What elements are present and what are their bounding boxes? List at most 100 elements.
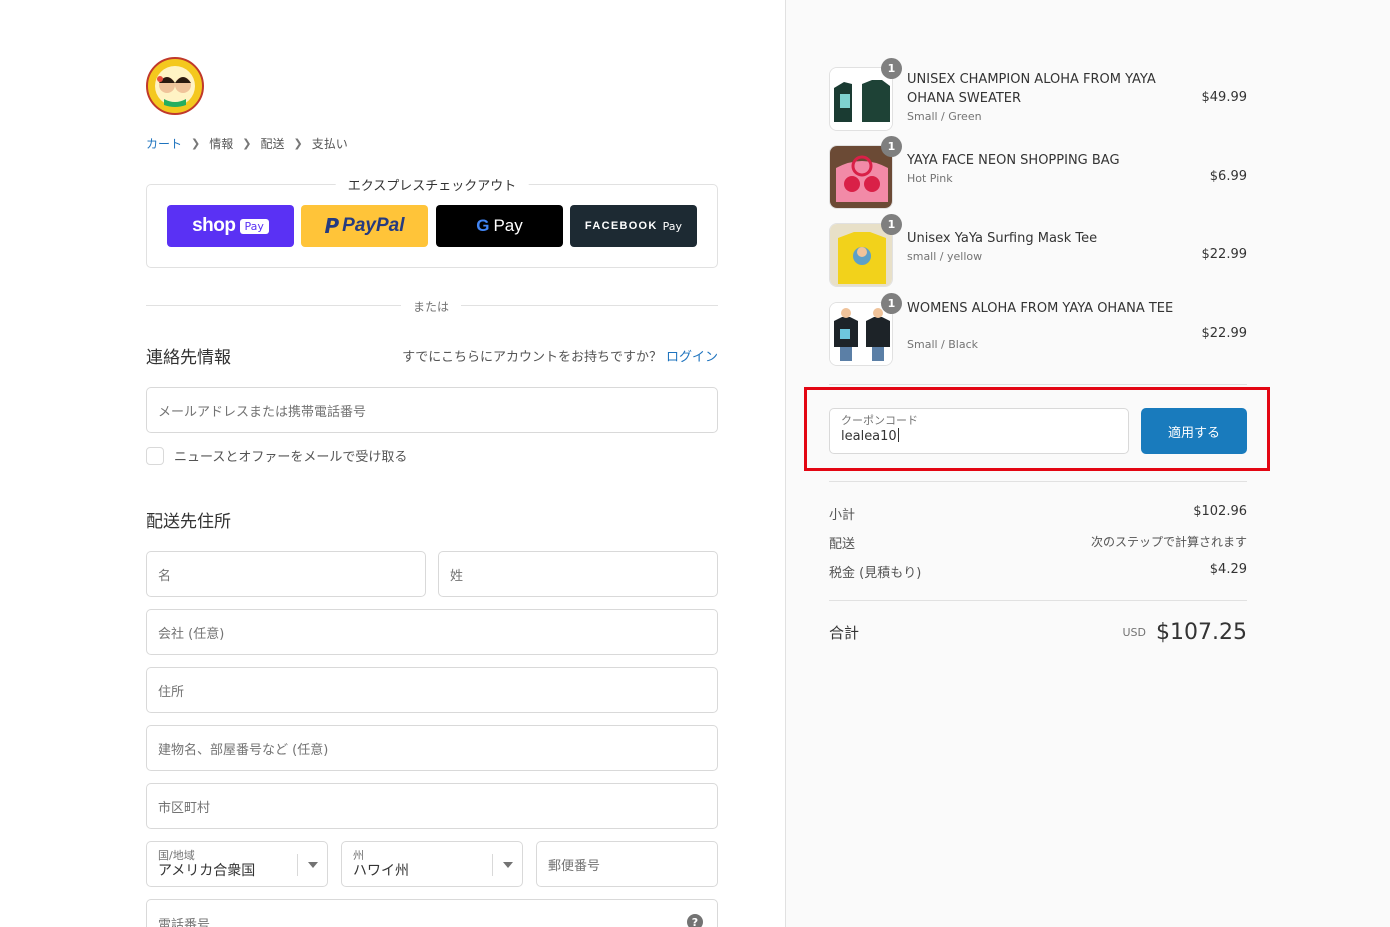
- quantity-badge: 1: [881, 58, 902, 79]
- item-price: $6.99: [1209, 169, 1247, 184]
- tax-row: 税金 (見積もり) $4.29: [829, 562, 1247, 581]
- subtotal-value: $102.96: [1193, 504, 1247, 519]
- facebook-pay-button[interactable]: FACEBOOK Pay: [570, 205, 697, 247]
- google-pay-word: Pay: [493, 216, 523, 235]
- item-name: WOMENS ALOHA FROM YAYA OHANA TEE: [907, 301, 1174, 316]
- newsletter-checkbox[interactable]: [146, 446, 164, 465]
- item-variant: small / yellow: [907, 250, 983, 263]
- checkout-form-panel: カート ❯ 情報 ❯ 配送 ❯ 支払い エクスプレスチェックアウト shop P…: [0, 0, 785, 927]
- country-value: アメリカ合衆国: [158, 862, 256, 879]
- state-select[interactable]: 州 ハワイ州: [341, 841, 523, 887]
- help-icon[interactable]: ?: [687, 914, 703, 927]
- or-text: または: [400, 298, 462, 315]
- login-prompt: すでにこちらにアカウントをお持ちですか？ ログイン: [402, 346, 718, 365]
- cart-item: 1 Unisex YaYa Surfing Mask Tee small / y…: [829, 214, 1248, 287]
- shipping-value: 次のステップで計算されます: [1090, 535, 1247, 549]
- store-logo[interactable]: [146, 57, 204, 115]
- breadcrumb-cart[interactable]: カート: [146, 135, 182, 152]
- company-field[interactable]: 会社 (任意): [146, 609, 718, 655]
- item-name: Unisex YaYa Surfing Mask Tee: [907, 231, 1098, 246]
- chevron-right-icon: ❯: [293, 137, 303, 150]
- paypal-icon: P: [324, 214, 340, 238]
- phone-placeholder: 電話番号: [158, 918, 211, 927]
- total-label: 合計: [829, 624, 860, 642]
- cart-item: 1 YAYA FACE NEON SHOPPING BAG Hot Pink $…: [829, 136, 1247, 209]
- company-placeholder: 会社 (任意): [158, 626, 225, 642]
- subtotal-row: 小計 $102.96: [829, 504, 1247, 523]
- tax-label: 税金 (見積もり): [829, 566, 922, 581]
- item-price: $49.99: [1201, 90, 1248, 105]
- state-value: ハワイ州: [353, 862, 409, 879]
- quantity-badge: 1: [881, 136, 902, 157]
- country-select[interactable]: 国/地域 アメリカ合衆国: [146, 841, 328, 887]
- shop-pay-button[interactable]: shop Pay: [167, 205, 294, 247]
- product-thumbnail: [829, 223, 893, 287]
- country-label: 国/地域: [158, 848, 195, 862]
- cart-item: 1 WOMENS ALOHA FROM YAYA OHANA TEE Small…: [829, 293, 1248, 366]
- express-checkout-title: エクスプレスチェックアウト: [335, 175, 529, 194]
- apply-coupon-button[interactable]: 適用する: [1141, 408, 1247, 454]
- first-name-field[interactable]: 名: [146, 551, 426, 597]
- coupon-code-field[interactable]: クーポンコード lealea10: [829, 408, 1129, 454]
- divider: [829, 481, 1247, 482]
- email-field[interactable]: メールアドレスまたは携帯電話番号: [146, 387, 718, 433]
- item-name: YAYA FACE NEON SHOPPING BAG: [907, 153, 1120, 168]
- first-name-placeholder: 名: [158, 568, 172, 584]
- state-label: 州: [353, 848, 364, 862]
- email-placeholder: メールアドレスまたは携帯電話番号: [158, 404, 367, 420]
- chevron-right-icon: ❯: [242, 137, 252, 150]
- last-name-placeholder: 姓: [450, 568, 464, 584]
- product-thumbnail: [829, 145, 893, 209]
- zip-field[interactable]: 郵便番号: [536, 841, 718, 887]
- divider: [829, 600, 1247, 601]
- newsletter-label: ニュースとオファーをメールで受け取る: [174, 450, 408, 465]
- facebook-pay-suffix: Pay: [662, 219, 683, 233]
- breadcrumb: カート ❯ 情報 ❯ 配送 ❯ 支払い: [146, 135, 348, 152]
- google-pay-button[interactable]: G Pay: [436, 205, 563, 247]
- breadcrumb-payment: 支払い: [311, 137, 348, 151]
- zip-placeholder: 郵便番号: [548, 858, 601, 874]
- cart-item: 1 UNISEX CHAMPION ALOHA FROM YAYA OHANA …: [829, 58, 1248, 131]
- shop-pay-pill: Pay: [239, 218, 269, 234]
- item-price: $22.99: [1201, 326, 1248, 341]
- subtotal-label: 小計: [829, 508, 856, 523]
- paypal-button[interactable]: P PayPal: [301, 205, 428, 247]
- chevron-down-icon: [492, 854, 522, 876]
- item-price: $22.99: [1201, 247, 1248, 262]
- phone-field[interactable]: 電話番号 ?: [146, 899, 718, 927]
- newsletter-option[interactable]: ニュースとオファーをメールで受け取る: [146, 446, 407, 465]
- order-summary-panel: 1 UNISEX CHAMPION ALOHA FROM YAYA OHANA …: [785, 0, 1390, 927]
- chevron-down-icon: [297, 854, 327, 876]
- city-placeholder: 市区町村: [158, 800, 211, 816]
- shipping-label: 配送: [829, 537, 856, 552]
- city-field[interactable]: 市区町村: [146, 783, 718, 829]
- shipping-row: 配送 次のステップで計算されます: [829, 533, 1247, 552]
- quantity-badge: 1: [881, 293, 902, 314]
- apartment-placeholder: 建物名、部屋番号など (任意): [158, 742, 329, 758]
- item-variant: Small / Black: [907, 338, 979, 351]
- item-name: UNISEX CHAMPION ALOHA FROM YAYA OHANA SW…: [907, 72, 1156, 106]
- account-prompt-text: すでにこちらにアカウントをお持ちですか？: [402, 350, 662, 365]
- facebook-pay-word: FACEBOOK: [584, 220, 658, 232]
- express-checkout: エクスプレスチェックアウト shop Pay P PayPal G Pay FA…: [146, 175, 718, 268]
- total-currency: USD: [1122, 626, 1147, 639]
- product-thumbnail: [829, 67, 893, 131]
- google-g-icon: G: [476, 216, 490, 235]
- last-name-field[interactable]: 姓: [438, 551, 718, 597]
- paypal-word: PayPal: [342, 215, 405, 236]
- apartment-field[interactable]: 建物名、部屋番号など (任意): [146, 725, 718, 771]
- tax-value: $4.29: [1209, 562, 1247, 577]
- breadcrumb-information: 情報: [209, 137, 234, 151]
- total-amount: $107.25: [1156, 620, 1247, 645]
- total-row: 合計 USD $107.25: [829, 620, 1247, 645]
- chevron-right-icon: ❯: [191, 137, 201, 150]
- product-thumbnail: [829, 302, 893, 366]
- shop-pay-word: shop: [192, 215, 236, 236]
- address-field[interactable]: 住所: [146, 667, 718, 713]
- total-amount-group: USD $107.25: [1123, 620, 1248, 645]
- item-variant: Small / Green: [907, 110, 982, 123]
- coupon-value: lealea10: [841, 428, 1117, 445]
- divider: [829, 384, 1247, 385]
- coupon-label: クーポンコード: [841, 414, 918, 427]
- login-link[interactable]: ログイン: [666, 350, 718, 365]
